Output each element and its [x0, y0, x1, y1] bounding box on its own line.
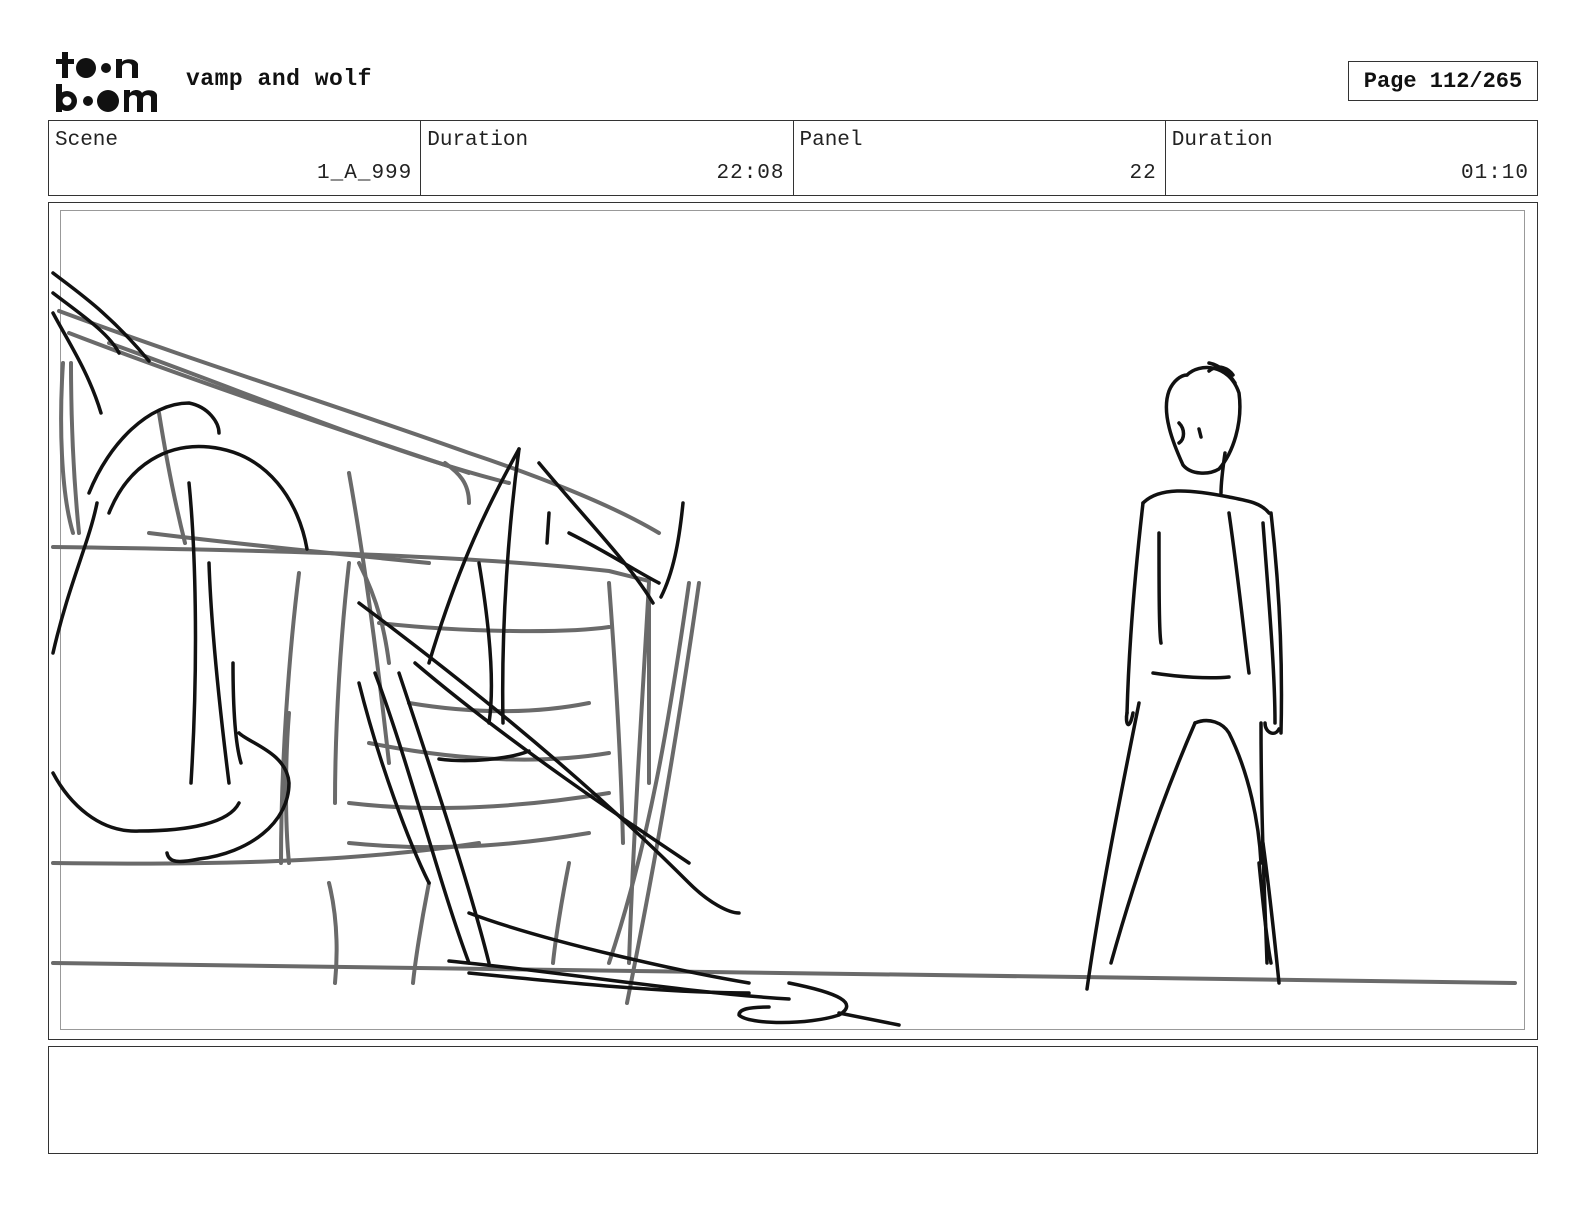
- panel-notes[interactable]: [48, 1046, 1538, 1154]
- panel-duration-value: 01:10: [1460, 162, 1529, 185]
- storyboard-panel: [48, 202, 1538, 1040]
- toon-boom-logo: [56, 52, 157, 112]
- panel-value: 22: [1129, 162, 1157, 185]
- scene-duration-value: 22:08: [716, 162, 785, 185]
- scene-label: Scene: [55, 129, 119, 152]
- panel-duration-cell: Duration 01:10: [1166, 121, 1537, 195]
- scene-duration-label: Duration: [427, 129, 529, 152]
- panel-label: Panel: [799, 129, 863, 152]
- panel-sketch: [51, 271, 1517, 1027]
- project-title: vamp and wolf: [186, 66, 372, 92]
- panel-cell: Panel 22: [794, 121, 1166, 195]
- panel-info-row: Scene 1_A_999 Duration 22:08 Panel 22 Du…: [48, 120, 1538, 196]
- scene-value: 1_A_999: [317, 162, 413, 185]
- scene-cell: Scene 1_A_999: [49, 121, 422, 195]
- page-indicator: Page 112/265: [1348, 61, 1538, 101]
- panel-duration-label: Duration: [1171, 129, 1273, 152]
- scene-duration-cell: Duration 22:08: [421, 121, 794, 195]
